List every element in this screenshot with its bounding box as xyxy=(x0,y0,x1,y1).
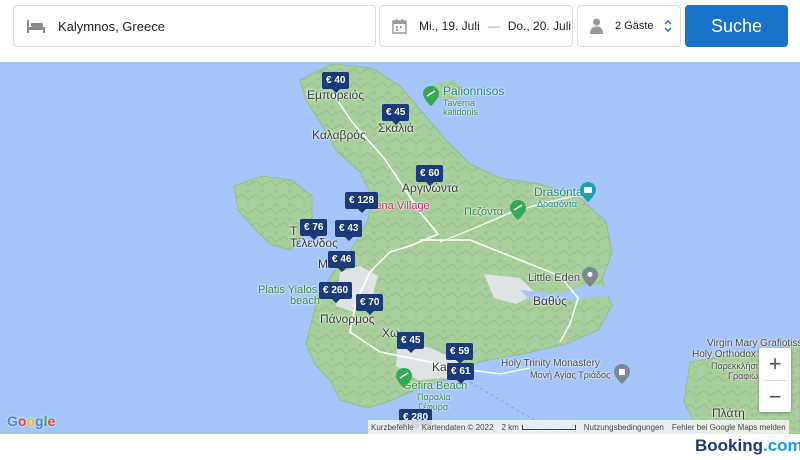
brand-name: Booking xyxy=(695,436,763,455)
label-myrties-partial: Μ xyxy=(318,257,328,271)
map-attribution: Kurzbefehle Kartendaten © 2022 2 km Nutz… xyxy=(368,420,789,434)
label-platis-beach: beach xyxy=(290,295,320,307)
beach-poi-icon[interactable] xyxy=(423,86,439,106)
label-drasonta: Drasónta xyxy=(534,185,583,199)
camera-poi-icon[interactable] xyxy=(580,182,596,202)
label-gefira-greek1: Παραλία xyxy=(417,392,451,402)
label-pezonta: Πεζόντα xyxy=(464,206,504,218)
guests-selector[interactable]: 2 Gäste xyxy=(577,5,681,47)
search-bar: Kalymnos, Greece Mi., 19. Juli — Do., 20… xyxy=(0,0,800,52)
price-pin[interactable]: € 59 xyxy=(446,343,474,364)
beach-poi-icon[interactable] xyxy=(396,368,412,388)
label-holy-orthodox: Holy Orthodox xyxy=(692,349,756,360)
booking-logo: Booking.com xyxy=(695,436,800,456)
destination-field[interactable]: Kalymnos, Greece xyxy=(13,5,376,47)
map-data-text: Kartendaten © 2022 xyxy=(421,422,494,432)
label-drasonta-greek: Δρασόντα xyxy=(537,199,578,209)
zoom-in-button[interactable]: + xyxy=(759,348,791,380)
price-pin[interactable]: € 61 xyxy=(447,363,475,384)
price-pin[interactable]: € 260 xyxy=(319,282,353,303)
chevron-updown-icon xyxy=(664,20,672,32)
scale-indicator: 2 km xyxy=(501,422,576,432)
scale-bar xyxy=(521,424,576,430)
label-palionnisos: Palionnisos xyxy=(443,84,505,98)
checkin-date: Mi., 19. Juli xyxy=(419,19,480,33)
date-field[interactable]: Mi., 19. Juli — Do., 20. Juli xyxy=(379,5,573,47)
destination-value: Kalymnos, Greece xyxy=(58,18,165,34)
label-holy-trinity-greek: Μονή Αγίας Τριάδος xyxy=(530,370,611,380)
price-pin[interactable]: € 128 xyxy=(345,192,379,213)
place-poi-icon[interactable] xyxy=(582,267,598,287)
label-holy-trinity: Holy Trinity Monastery xyxy=(501,358,600,369)
guests-value: 2 Gäste xyxy=(615,20,654,32)
price-pin[interactable]: € 45 xyxy=(397,332,425,353)
price-pin[interactable]: € 45 xyxy=(382,104,410,125)
price-pin[interactable]: € 40 xyxy=(322,72,350,93)
church-poi-icon[interactable] xyxy=(614,364,630,384)
zoom-control: + − xyxy=(759,348,791,412)
price-pin[interactable]: € 46 xyxy=(328,251,356,272)
person-icon xyxy=(590,18,603,34)
price-pin[interactable]: € 43 xyxy=(335,220,363,241)
terms-link[interactable]: Nutzungsbedingungen xyxy=(584,423,664,432)
brand-suffix: .com xyxy=(763,436,800,455)
date-separator: — xyxy=(487,19,500,33)
bed-icon xyxy=(26,18,46,34)
scale-label: 2 km xyxy=(501,422,519,432)
map-search-page: Kalymnos, Greece Mi., 19. Juli — Do., 20… xyxy=(0,0,800,460)
calendar-icon xyxy=(392,18,407,34)
search-button[interactable]: Suche xyxy=(685,5,788,47)
price-pin[interactable]: € 60 xyxy=(416,165,444,186)
label-plati: Πλάτη xyxy=(712,406,745,420)
label-lena-village: lena Village xyxy=(373,200,430,212)
label-parekklisi: Παρεκκλήσι xyxy=(711,361,758,371)
label-grafio: Γραφιω xyxy=(728,371,759,381)
google-logo[interactable]: Google xyxy=(7,413,55,429)
zoom-out-button[interactable]: − xyxy=(759,381,791,413)
beach-poi-icon[interactable] xyxy=(510,200,526,220)
label-vathys: Βαθύς xyxy=(533,294,567,308)
report-error-link[interactable]: Fehler bei Google Maps melden xyxy=(672,423,786,432)
keyboard-shortcuts-link[interactable]: Kurzbefehle xyxy=(371,423,414,432)
map-view[interactable]: Εμπορειός Palionnisos Taverna kalidonis … xyxy=(0,62,800,434)
price-pin[interactable]: € 76 xyxy=(300,219,328,240)
checkout-date: Do., 20. Juli xyxy=(507,19,572,33)
price-pin[interactable]: € 70 xyxy=(356,294,384,315)
label-taverna-line2: kalidonis xyxy=(443,107,479,117)
label-kalavros: Καλαβρός xyxy=(312,128,366,142)
label-little-eden: Little Eden xyxy=(528,272,580,284)
